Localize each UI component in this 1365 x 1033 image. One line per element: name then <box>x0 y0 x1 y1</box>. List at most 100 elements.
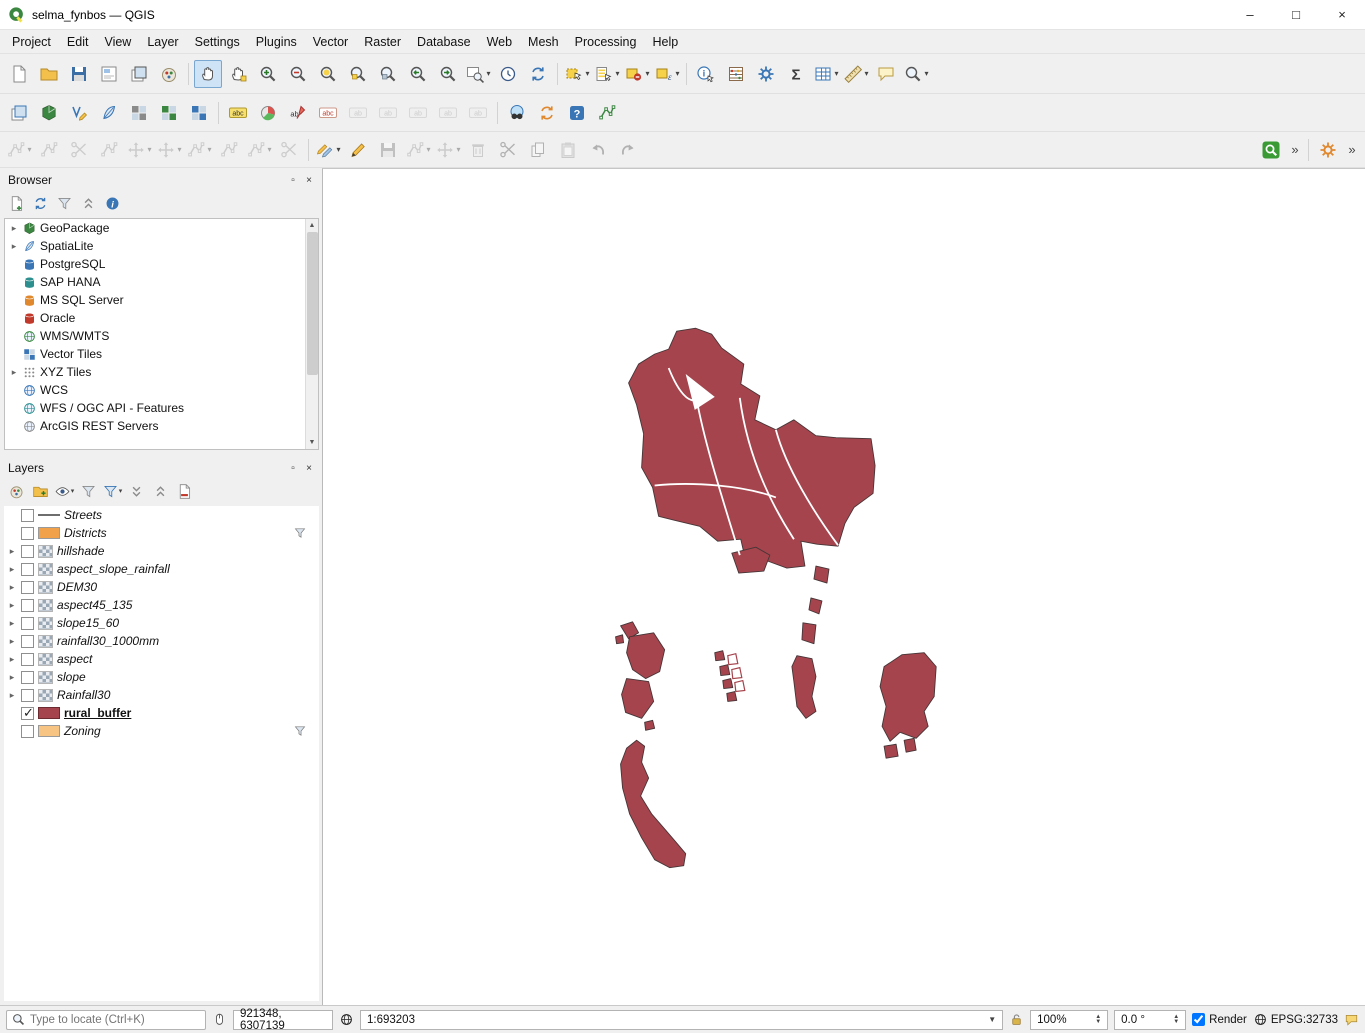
layer-item[interactable]: aspect <box>4 650 319 668</box>
new-project[interactable] <box>5 60 33 88</box>
measure-line[interactable] <box>842 60 870 88</box>
select-features[interactable] <box>563 60 591 88</box>
messages-icon[interactable] <box>1344 1012 1359 1027</box>
zoom-full[interactable] <box>314 60 342 88</box>
layer-name[interactable]: aspect45_135 <box>57 598 132 612</box>
zoom-to-layer[interactable] <box>374 60 402 88</box>
layers-close-icon[interactable]: × <box>301 460 317 476</box>
menu-item[interactable]: Layer <box>139 32 186 52</box>
move-label[interactable] <box>344 99 372 127</box>
browser-item[interactable]: Vector Tiles <box>5 345 318 363</box>
paste-features[interactable] <box>554 136 582 164</box>
menu-item[interactable]: Processing <box>567 32 645 52</box>
layer-name[interactable]: hillshade <box>57 544 104 558</box>
layer-name[interactable]: Streets <box>64 508 102 522</box>
layer-checkbox[interactable] <box>21 725 34 738</box>
new-geopackage-layer[interactable] <box>35 99 63 127</box>
options-gear[interactable] <box>752 60 780 88</box>
expand-arrow-icon[interactable] <box>7 636 17 647</box>
layer-labeling-options[interactable] <box>224 99 252 127</box>
menu-item[interactable]: Edit <box>59 32 97 52</box>
browser-item[interactable]: WFS / OGC API - Features <box>5 399 318 417</box>
scroll-up-icon[interactable]: ▲ <box>306 219 318 232</box>
menu-item[interactable]: View <box>96 32 139 52</box>
zoom-out[interactable] <box>284 60 312 88</box>
map-canvas[interactable] <box>322 168 1365 1005</box>
refresh-browser[interactable] <box>28 191 52 215</box>
expand-all-layers[interactable] <box>124 479 148 503</box>
layer-checkbox[interactable] <box>21 563 34 576</box>
new-mesh-layer[interactable] <box>155 99 183 127</box>
menu-item[interactable]: Plugins <box>248 32 305 52</box>
browser-item[interactable]: PostgreSQL <box>5 255 318 273</box>
layer-item[interactable]: rainfall30_1000mm <box>4 632 319 650</box>
layers-undock-icon[interactable]: ▫ <box>285 460 301 476</box>
browser-item[interactable]: XYZ Tiles <box>5 363 318 381</box>
expand-arrow-icon[interactable] <box>7 582 17 593</box>
layer-item[interactable]: aspect_slope_rainfall <box>4 560 319 578</box>
menu-item[interactable]: Vector <box>305 32 356 52</box>
zoom-next[interactable] <box>434 60 462 88</box>
layer-diagram-options[interactable] <box>254 99 282 127</box>
menu-item[interactable]: Mesh <box>520 32 567 52</box>
collapse-all-layers[interactable] <box>148 479 172 503</box>
vertex-tool[interactable] <box>245 136 273 164</box>
minimize-button[interactable]: – <box>1227 0 1273 30</box>
layer-item[interactable]: Rainfall30 <box>4 686 319 704</box>
help-contents[interactable] <box>563 99 591 127</box>
layer-checkbox[interactable] <box>21 581 34 594</box>
expand-arrow-icon[interactable] <box>7 672 17 683</box>
open-project[interactable] <box>35 60 63 88</box>
layer-name[interactable]: slope15_60 <box>57 616 119 630</box>
layer-name[interactable]: Districts <box>64 526 107 540</box>
layer-checkbox[interactable] <box>21 527 34 540</box>
metasearch[interactable] <box>503 99 531 127</box>
expand-arrow-icon[interactable] <box>7 654 17 665</box>
layer-name[interactable]: aspect_slope_rainfall <box>57 562 170 576</box>
refresh-map[interactable] <box>524 60 552 88</box>
remove-layer-group[interactable] <box>172 479 196 503</box>
open-attribute-table[interactable] <box>812 60 840 88</box>
split-features-tool[interactable] <box>215 136 243 164</box>
layer-checkbox[interactable] <box>21 617 34 630</box>
menu-item[interactable]: Web <box>479 32 520 52</box>
menu-item[interactable]: Settings <box>187 32 248 52</box>
layer-checkbox[interactable] <box>21 707 34 720</box>
browser-item[interactable]: SpatiaLite <box>5 237 318 255</box>
zoom-in[interactable] <box>254 60 282 88</box>
layer-checkbox[interactable] <box>21 671 34 684</box>
label-toolbar-extra[interactable] <box>464 99 492 127</box>
expand-arrow-icon[interactable] <box>9 223 19 234</box>
menu-item[interactable]: Raster <box>356 32 409 52</box>
layer-name[interactable]: DEM30 <box>57 580 97 594</box>
collapse-all-browser[interactable] <box>76 191 100 215</box>
browser-item[interactable]: SAP HANA <box>5 273 318 291</box>
expand-arrow-icon[interactable] <box>9 367 19 378</box>
statistical-summary[interactable] <box>722 60 750 88</box>
rotate-label[interactable] <box>374 99 402 127</box>
locate-input[interactable] <box>30 1014 201 1026</box>
menu-item[interactable]: Help <box>644 32 686 52</box>
zoom-last[interactable] <box>404 60 432 88</box>
scale-combobox[interactable]: 1:693203 ▼ <box>360 1010 1003 1030</box>
locate-box[interactable] <box>6 1010 206 1030</box>
deselect-features[interactable] <box>623 60 651 88</box>
topology-checker[interactable] <box>593 99 621 127</box>
save-project[interactable] <box>65 60 93 88</box>
rotate-feature-tool[interactable] <box>125 136 153 164</box>
layer-item[interactable]: DEM30 <box>4 578 319 596</box>
map-tips[interactable] <box>872 60 900 88</box>
trim-extend-tool[interactable] <box>275 136 303 164</box>
filter-legend-by-expression[interactable] <box>100 479 124 503</box>
toolbar-overflow-2[interactable]: » <box>1344 136 1360 164</box>
layer-item[interactable]: hillshade <box>4 542 319 560</box>
layer-item[interactable]: Zoning <box>4 722 319 740</box>
toggle-editing[interactable] <box>344 136 372 164</box>
layer-checkbox[interactable] <box>21 599 34 612</box>
extents-toggle-icon[interactable] <box>339 1012 354 1027</box>
open-data-source-manager[interactable] <box>5 99 33 127</box>
scrollbar-thumb[interactable] <box>307 232 318 375</box>
delete-selected[interactable] <box>464 136 492 164</box>
new-temporary-scratch-layer[interactable] <box>125 99 153 127</box>
browser-item[interactable]: WCS <box>5 381 318 399</box>
